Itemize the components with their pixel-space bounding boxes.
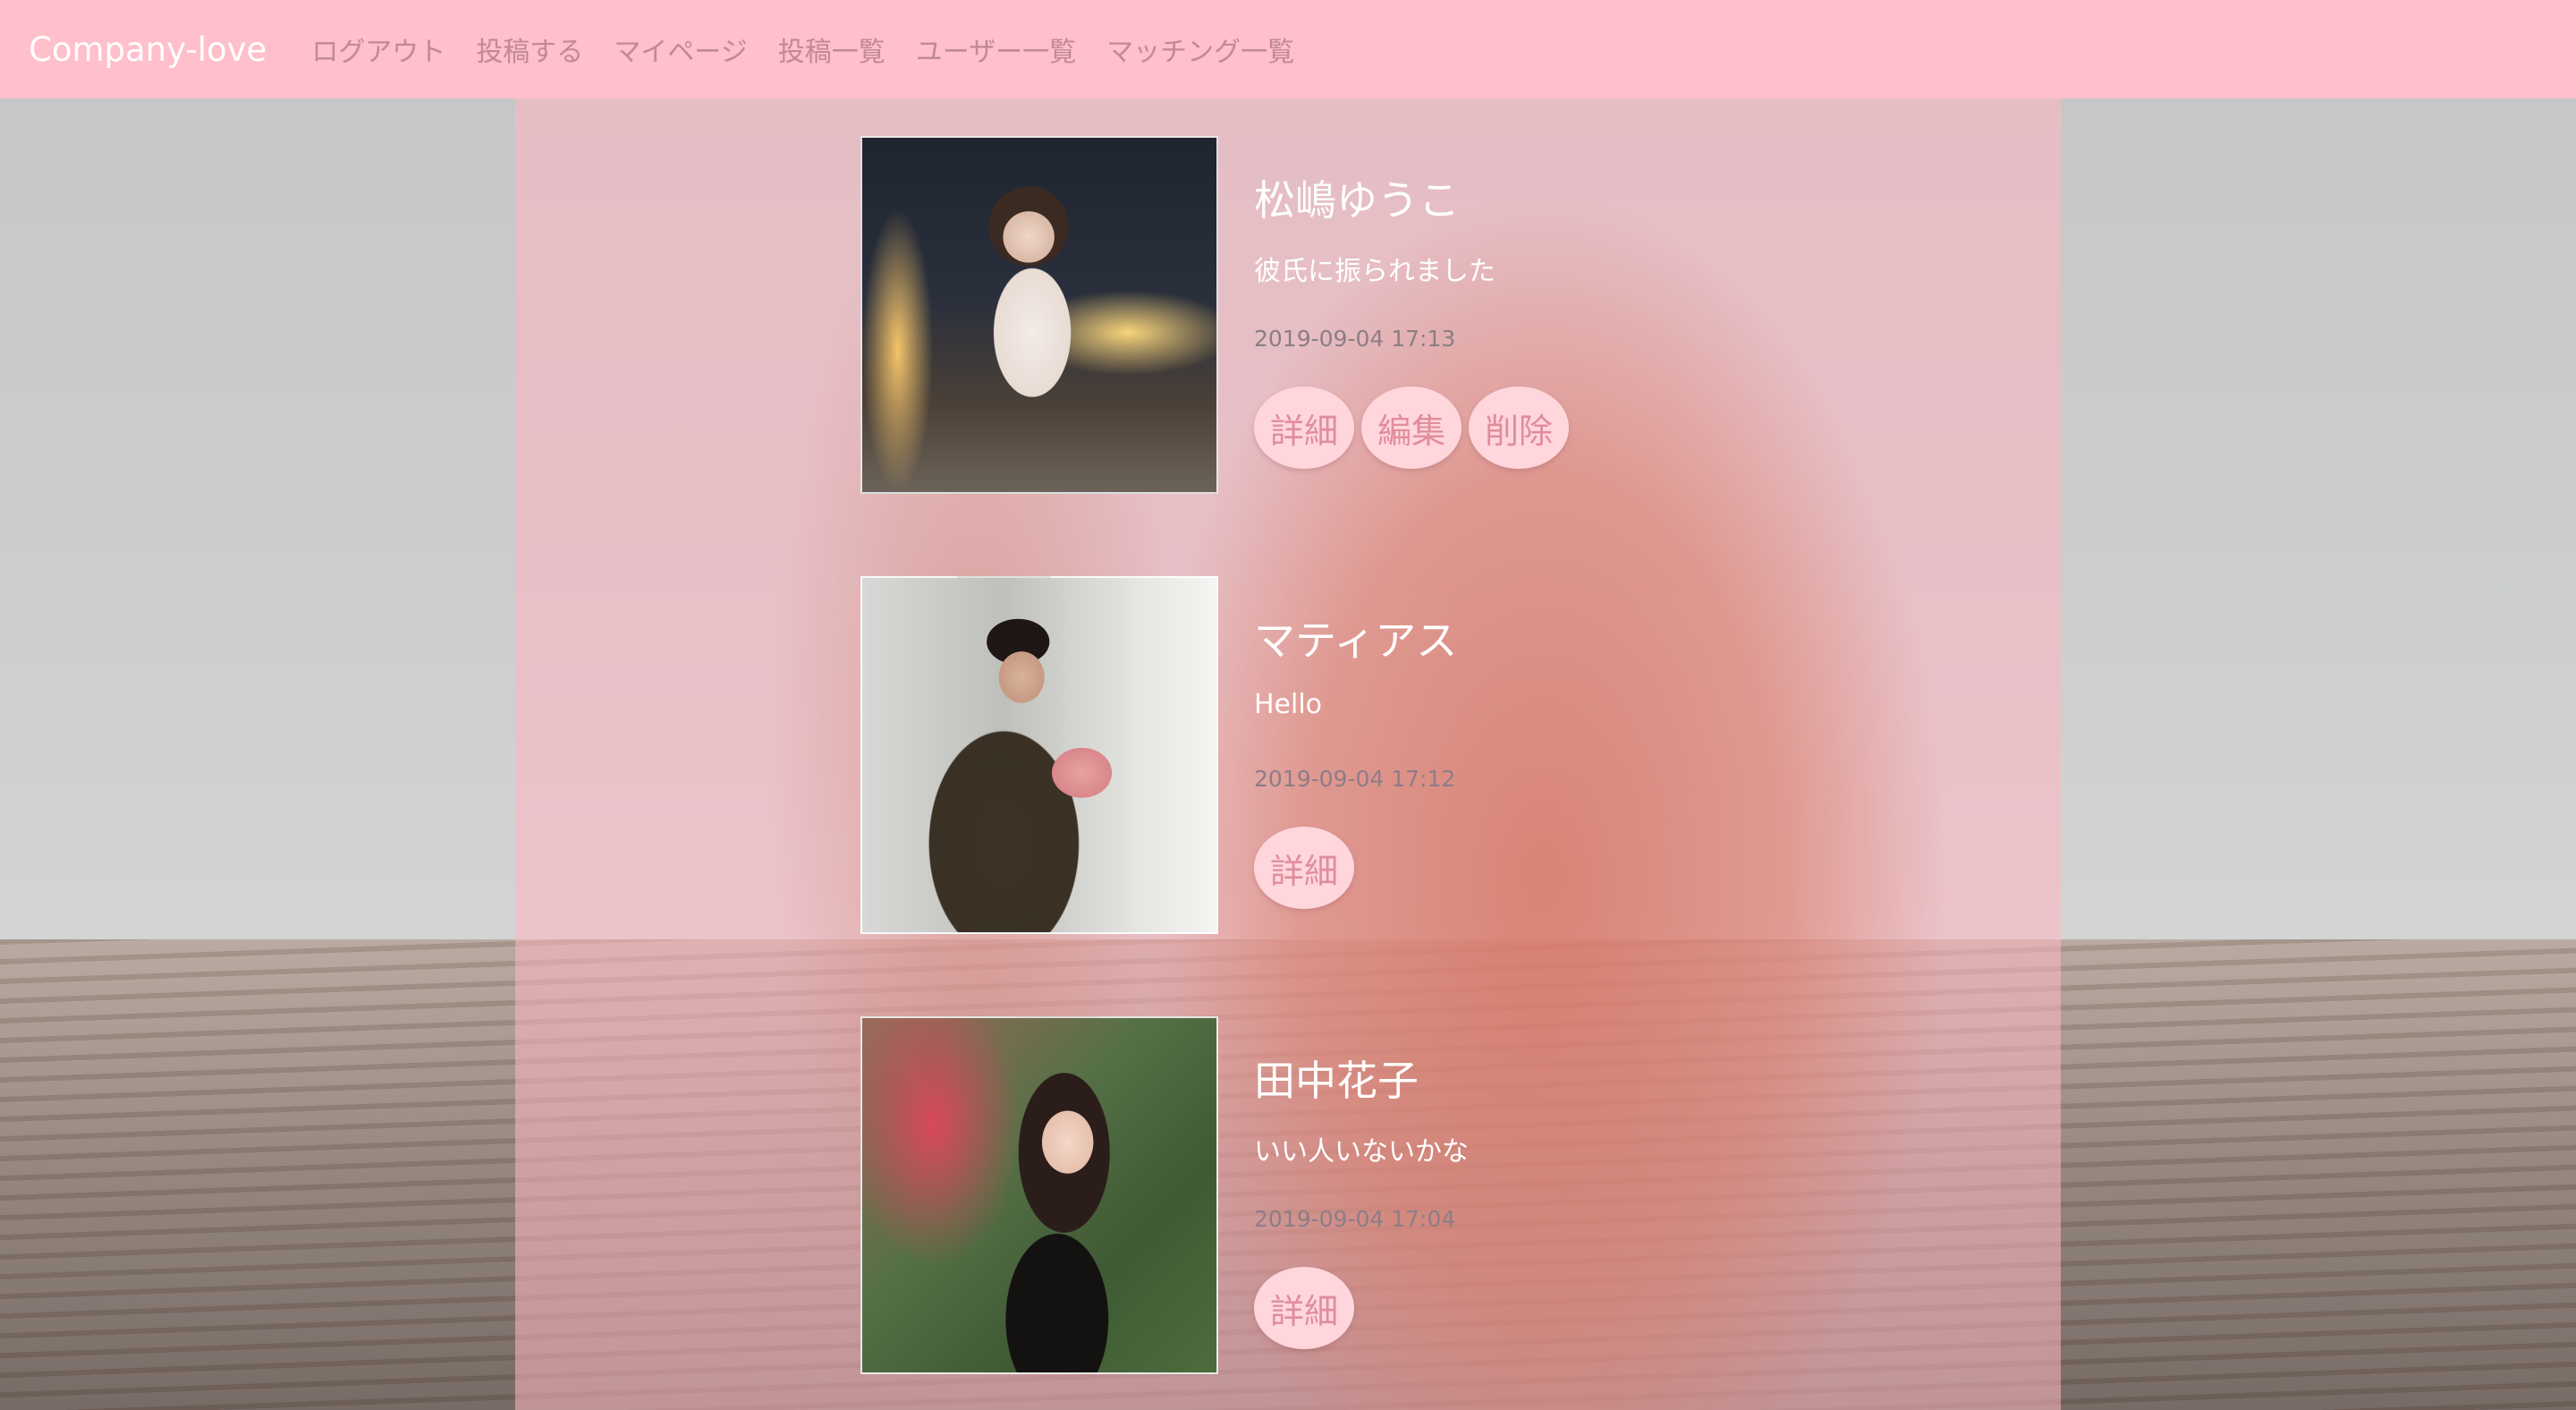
post-author-name: 田中花子 [1254, 1057, 1419, 1105]
brand-link[interactable]: Company-love [29, 30, 267, 69]
post-date: 2019-09-04 17:04 [1254, 1206, 1456, 1232]
post-author-name: 松嶋ゆうこ [1254, 176, 1460, 225]
post-photo [860, 576, 1218, 934]
post-item: 松嶋ゆうこ 彼氏に振られました 2019-09-04 17:13 詳細 編集 削… [860, 136, 1755, 496]
post-text: いい人いないかな [1254, 1136, 1469, 1168]
post-actions: 詳細 編集 削除 [1254, 386, 1576, 469]
nav-logout[interactable]: ログアウト [311, 30, 445, 69]
detail-button[interactable]: 詳細 [1254, 386, 1354, 469]
nav-post-list[interactable]: 投稿一覧 [778, 30, 886, 69]
post-actions: 詳細 [1254, 1267, 1361, 1349]
post-photo [860, 136, 1218, 494]
post-item: 田中花子 いい人いないかな 2019-09-04 17:04 詳細 [860, 1016, 1755, 1376]
post-text: 彼氏に振られました [1254, 256, 1496, 287]
post-text: Hello [1254, 689, 1323, 720]
nav-user-list[interactable]: ユーザー一覧 [916, 30, 1076, 69]
navbar: Company-love ログアウト 投稿する マイページ 投稿一覧 ユーザー一… [0, 0, 2576, 98]
delete-button[interactable]: 削除 [1469, 386, 1569, 469]
detail-button[interactable]: 詳細 [1254, 827, 1354, 909]
post-date: 2019-09-04 17:12 [1254, 766, 1456, 792]
post-author-name: マティアス [1254, 616, 1458, 665]
nav-mypage[interactable]: マイページ [614, 30, 747, 69]
post-photo [860, 1016, 1218, 1374]
post-actions: 詳細 [1254, 827, 1361, 909]
nav-matching-list[interactable]: マッチング一覧 [1106, 30, 1294, 69]
post-item: マティアス Hello 2019-09-04 17:12 詳細 [860, 576, 1755, 936]
nav-new-post[interactable]: 投稿する [476, 30, 583, 69]
edit-button[interactable]: 編集 [1361, 386, 1462, 469]
page: Company-love ログアウト 投稿する マイページ 投稿一覧 ユーザー一… [0, 0, 2576, 1410]
detail-button[interactable]: 詳細 [1254, 1267, 1354, 1349]
post-date: 2019-09-04 17:13 [1254, 326, 1456, 352]
